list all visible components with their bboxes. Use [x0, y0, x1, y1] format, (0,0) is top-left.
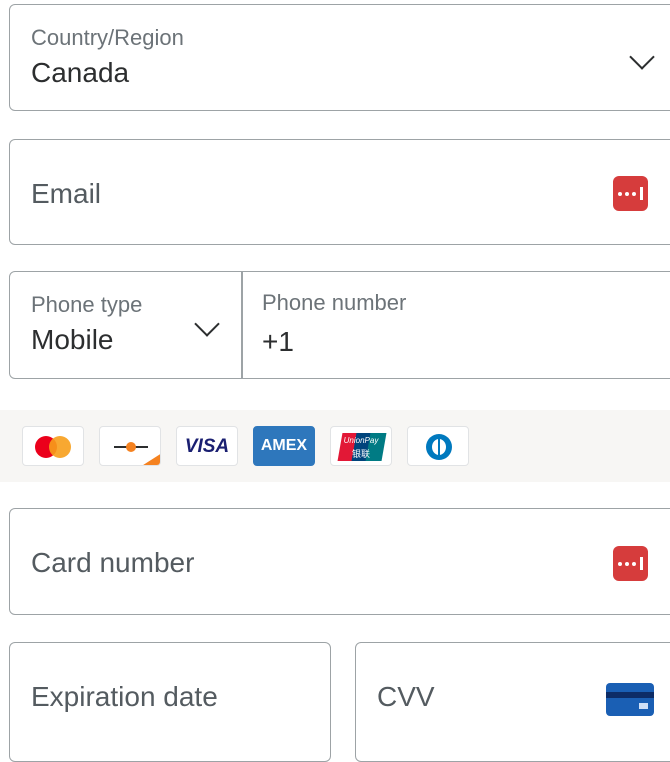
- card-brand-strip: VISA AMEX UnionPay 银联: [0, 410, 670, 482]
- email-placeholder: Email: [31, 178, 102, 209]
- unionpay-cn-text: 银联: [351, 449, 370, 459]
- amex-icon: AMEX: [253, 426, 315, 466]
- unionpay-icon: UnionPay 银联: [330, 426, 392, 466]
- cvv-field[interactable]: CVV: [355, 642, 670, 762]
- discover-icon: [99, 426, 161, 466]
- phone-group: Phone type Mobile Phone number +1: [9, 271, 670, 379]
- amex-text: AMEX: [260, 437, 308, 454]
- country-region-value: Canada: [31, 57, 130, 88]
- phone-type-label: Phone type: [31, 292, 143, 317]
- autofill-icon[interactable]: [613, 546, 648, 581]
- chevron-down-icon: [194, 311, 220, 337]
- phone-type-value: Mobile: [31, 324, 114, 355]
- email-field[interactable]: Email: [9, 139, 670, 245]
- country-region-select[interactable]: Country/Region Canada: [9, 4, 670, 111]
- card-number-field[interactable]: Card number: [9, 508, 670, 615]
- visa-text: VISA: [184, 436, 230, 457]
- phone-type-select[interactable]: Phone type Mobile: [10, 272, 241, 378]
- card-back-icon: [606, 683, 654, 716]
- phone-number-field[interactable]: Phone number +1: [243, 272, 670, 378]
- country-region-label: Country/Region: [31, 25, 184, 50]
- chevron-down-icon: [629, 44, 655, 70]
- phone-number-value: +1: [262, 326, 294, 357]
- expiration-date-field[interactable]: Expiration date: [9, 642, 331, 762]
- cvv-placeholder: CVV: [377, 681, 435, 712]
- autofill-icon[interactable]: [613, 176, 648, 211]
- phone-number-label: Phone number: [262, 290, 407, 315]
- visa-icon: VISA: [176, 426, 238, 466]
- card-number-placeholder: Card number: [31, 547, 195, 578]
- diners-club-icon: [407, 426, 469, 466]
- expiration-date-placeholder: Expiration date: [31, 681, 218, 712]
- mastercard-icon: [22, 426, 84, 466]
- unionpay-text: UnionPay: [343, 436, 379, 445]
